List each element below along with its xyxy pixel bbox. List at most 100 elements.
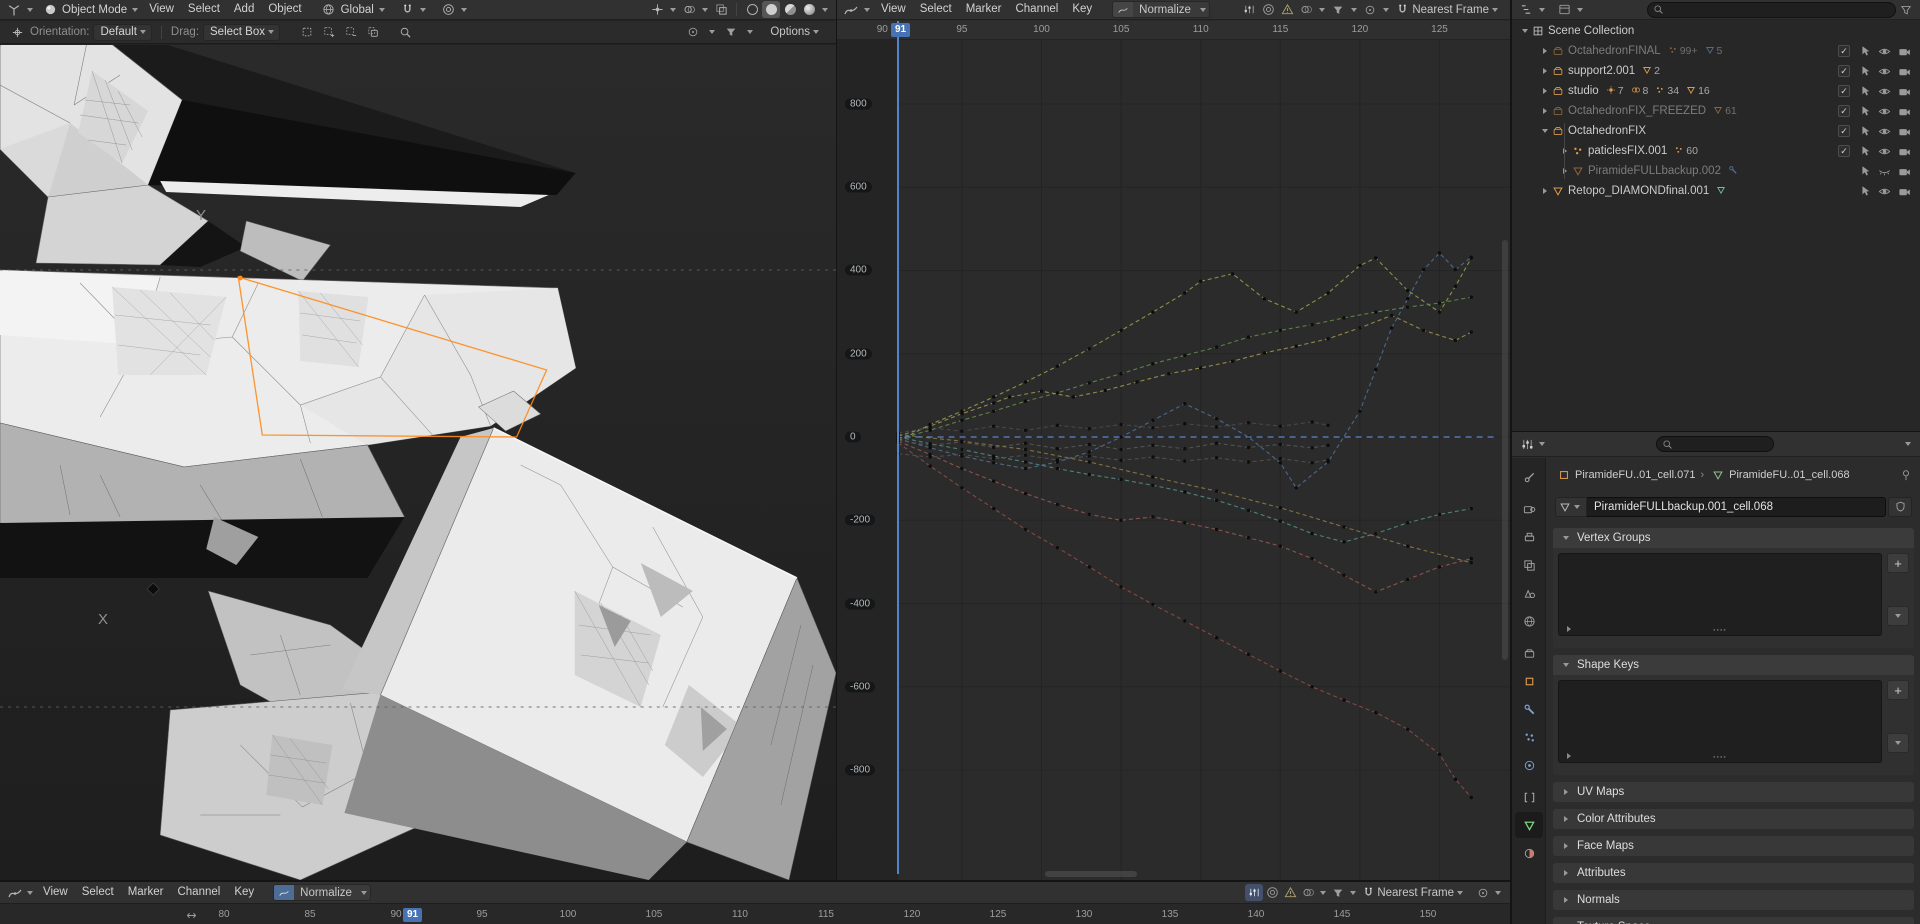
eye-icon[interactable] bbox=[1878, 125, 1891, 138]
outliner-row[interactable]: support2.001 2 ✓ bbox=[1512, 61, 1920, 81]
outliner-row-scene-collection[interactable]: Scene Collection bbox=[1512, 21, 1920, 41]
view-filter-caret-icon[interactable] bbox=[747, 30, 754, 34]
outliner-row[interactable]: OctahedronFIX ✓ bbox=[1512, 121, 1920, 141]
properties-tab-collection[interactable] bbox=[1515, 640, 1543, 666]
select-mode-intersect-icon[interactable] bbox=[364, 24, 382, 41]
panel-header[interactable]: Attributes bbox=[1553, 863, 1914, 883]
properties-tab-output[interactable] bbox=[1515, 524, 1543, 550]
list-specials-button[interactable] bbox=[1887, 606, 1909, 626]
outliner-filter-funnel-icon[interactable] bbox=[1897, 1, 1915, 18]
viewport-menu-select[interactable]: Select bbox=[181, 0, 227, 19]
outliner-row[interactable]: OctahedronFIX_FREEZED 61 ✓ bbox=[1512, 101, 1920, 121]
camera-visibility-icon[interactable] bbox=[1898, 105, 1911, 118]
editor-type-graph-icon[interactable] bbox=[842, 1, 860, 18]
outliner-item-label[interactable]: OctahedronFIX bbox=[1568, 125, 1646, 137]
graph-pivot-icon[interactable] bbox=[1361, 1, 1379, 18]
camera-visibility-icon[interactable] bbox=[1898, 145, 1911, 158]
outliner-type-caret-icon[interactable] bbox=[1539, 7, 1545, 12]
shading-rendered-icon[interactable] bbox=[800, 1, 818, 18]
graph-filter-funnel-icon[interactable] bbox=[1329, 1, 1347, 18]
outliner-display-caret-icon[interactable] bbox=[1577, 7, 1583, 12]
editor-type-outliner-icon[interactable] bbox=[1517, 1, 1535, 18]
timeline-normalize-caret-icon[interactable] bbox=[360, 890, 367, 895]
overlays-toggle-icon[interactable] bbox=[680, 1, 698, 18]
graph-normalize-caret-icon[interactable] bbox=[1199, 7, 1206, 12]
transform-pivot-caret-icon[interactable] bbox=[709, 30, 716, 34]
panel-header[interactable]: Normals bbox=[1553, 890, 1914, 910]
disclosure-expanded-icon[interactable] bbox=[1561, 661, 1570, 670]
properties-tab-render[interactable] bbox=[1515, 496, 1543, 522]
list-add-button[interactable]: + bbox=[1887, 553, 1909, 573]
timeline-filter-funnel-icon[interactable] bbox=[1329, 884, 1347, 901]
exclude-checkbox[interactable]: ✓ bbox=[1838, 125, 1850, 137]
graph-canvas[interactable]: 800 600 400 200 0 -200 -400 -600 -800 bbox=[837, 40, 1510, 880]
proportional-edit-toggle[interactable] bbox=[440, 1, 470, 18]
outliner-item-label[interactable]: Retopo_DIAMONDfinal.001 bbox=[1568, 185, 1709, 197]
shading-solid-icon[interactable] bbox=[762, 1, 780, 18]
panel-header[interactable]: Face Maps bbox=[1553, 836, 1914, 856]
camera-visibility-icon[interactable] bbox=[1898, 125, 1911, 138]
graph-proportional-edit-icon[interactable] bbox=[1259, 1, 1277, 18]
select-mode-subtract-icon[interactable] bbox=[342, 24, 360, 41]
viewport-menu-add[interactable]: Add bbox=[227, 0, 261, 19]
graph-snap-mode-dropdown[interactable]: Nearest Frame bbox=[1412, 4, 1501, 16]
overlays-caret-icon[interactable] bbox=[702, 7, 708, 12]
gizmo-caret-icon[interactable] bbox=[670, 7, 676, 12]
graph-menu-marker[interactable]: Marker bbox=[959, 0, 1009, 19]
timeline-snap-magnet-icon[interactable] bbox=[1359, 884, 1377, 901]
outliner-row[interactable]: OctahedronFINAL 99+ 5 ✓ bbox=[1512, 41, 1920, 61]
timeline-menu-view[interactable]: View bbox=[36, 883, 75, 902]
outliner-row[interactable]: paticlesFIX.001 60 ✓ bbox=[1512, 141, 1920, 161]
properties-tab-particles[interactable] bbox=[1515, 724, 1543, 750]
graph-menu-view[interactable]: View bbox=[874, 0, 913, 19]
exclude-checkbox[interactable]: ✓ bbox=[1838, 45, 1850, 57]
camera-visibility-icon[interactable] bbox=[1898, 45, 1911, 58]
active-tool-icon[interactable] bbox=[8, 24, 26, 41]
camera-visibility-icon[interactable] bbox=[1898, 185, 1911, 198]
graph-show-sliders-icon[interactable] bbox=[1240, 1, 1258, 18]
list-add-button[interactable]: + bbox=[1887, 680, 1909, 700]
selectable-arrow-icon[interactable] bbox=[1859, 145, 1871, 157]
outliner-row[interactable]: PiramideFULLbackup.002 bbox=[1512, 161, 1920, 181]
properties-type-caret-icon[interactable] bbox=[1539, 442, 1545, 446]
shading-caret-icon[interactable] bbox=[822, 7, 828, 12]
breadcrumb-data-name[interactable]: PiramideFU..01_cell.068 bbox=[1729, 469, 1849, 481]
timeline-menu-channel[interactable]: Channel bbox=[170, 883, 227, 902]
xray-toggle-icon[interactable] bbox=[712, 1, 730, 18]
outliner-search-input[interactable] bbox=[1667, 3, 1757, 16]
mode-selector[interactable]: Object Mode bbox=[41, 1, 141, 18]
transform-pivot-icon[interactable] bbox=[684, 24, 702, 41]
properties-options-caret-icon[interactable] bbox=[1905, 442, 1911, 446]
graph-pivot-caret-icon[interactable] bbox=[1383, 7, 1390, 12]
editor-type-3d-icon[interactable] bbox=[5, 1, 23, 18]
list-filter-toggle-icon[interactable] bbox=[1567, 753, 1571, 759]
timeline-type-caret-icon[interactable] bbox=[27, 890, 33, 895]
camera-visibility-icon[interactable] bbox=[1898, 85, 1911, 98]
outliner-item-label[interactable]: paticlesFIX.001 bbox=[1588, 145, 1667, 157]
snap-toggle[interactable] bbox=[399, 1, 429, 18]
graph-frame-ruler[interactable]: 90 95 100 105 110 115 120 125 bbox=[837, 21, 1510, 40]
disclosure-collapsed-icon[interactable] bbox=[1540, 47, 1549, 56]
graph-current-frame-indicator[interactable]: 91 bbox=[891, 23, 911, 37]
timeline-snap-mode-dropdown[interactable]: Nearest Frame bbox=[1377, 887, 1466, 899]
properties-tab-object-data[interactable] bbox=[1515, 812, 1543, 838]
disclosure-collapsed-icon[interactable] bbox=[1561, 788, 1570, 797]
timeline-overlay-caret-icon[interactable] bbox=[1320, 890, 1327, 895]
viewport-menu-view[interactable]: View bbox=[142, 0, 181, 19]
snap-caret-icon[interactable] bbox=[419, 7, 426, 12]
editor-type-timeline-icon[interactable] bbox=[6, 884, 24, 901]
disclosure-collapsed-icon[interactable] bbox=[1540, 87, 1549, 96]
graph-overlay-icon[interactable] bbox=[1297, 1, 1315, 18]
properties-tab-material[interactable] bbox=[1515, 840, 1543, 866]
frame-range-arrows-icon[interactable] bbox=[182, 907, 200, 924]
view-filter-funnel-icon[interactable] bbox=[722, 24, 740, 41]
disclosure-collapsed-icon[interactable] bbox=[1561, 896, 1570, 905]
selectable-arrow-icon[interactable] bbox=[1859, 125, 1871, 137]
graph-menu-channel[interactable]: Channel bbox=[1008, 0, 1065, 19]
graph-menu-key[interactable]: Key bbox=[1065, 0, 1099, 19]
properties-tab-object[interactable] bbox=[1515, 668, 1543, 694]
list-resize-grip[interactable]: ●●●● bbox=[1713, 754, 1727, 759]
properties-search[interactable] bbox=[1656, 436, 1774, 452]
timeline-auto-merge-warning-icon[interactable] bbox=[1281, 884, 1299, 901]
exclude-checkbox[interactable]: ✓ bbox=[1838, 65, 1850, 77]
